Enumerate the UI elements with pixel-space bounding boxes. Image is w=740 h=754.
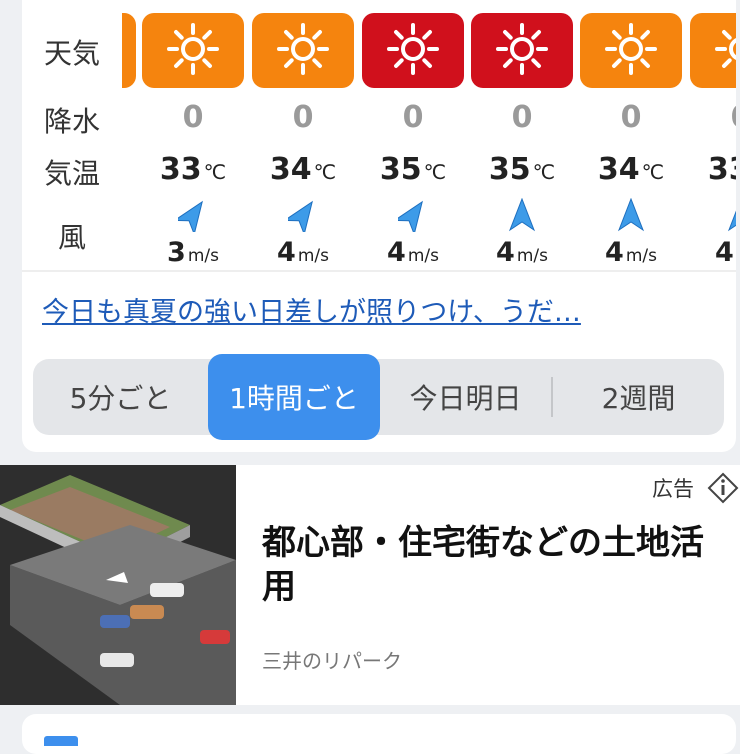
wind-direction-arrow-icon bbox=[507, 198, 537, 232]
divider bbox=[22, 270, 736, 272]
rain-value: 0 bbox=[471, 100, 573, 135]
ad-sponsor: 三井のリパーク bbox=[262, 645, 402, 674]
label-wind: 風 bbox=[22, 216, 122, 256]
wind-value: 4m/s bbox=[690, 237, 736, 268]
wind-direction-arrow-icon bbox=[178, 198, 208, 232]
forecast-column: 0 34℃ 4m/s bbox=[252, 0, 354, 270]
weather-box bbox=[252, 13, 354, 88]
rain-value: 0 bbox=[580, 100, 682, 135]
wind-number: 3 bbox=[167, 237, 186, 268]
forecast-column: 0 35℃ 4m/s bbox=[471, 0, 573, 270]
temp-number: 34 bbox=[598, 152, 640, 187]
temp-unit: ℃ bbox=[314, 160, 336, 184]
wind-direction-arrow-icon bbox=[726, 198, 736, 232]
forecast-column: 0 35℃ 4m/s bbox=[362, 0, 464, 270]
wind-direction-arrow-icon bbox=[288, 198, 318, 232]
rain-value: 0 bbox=[690, 100, 736, 135]
interval-tabs: 5分ごと 1時間ごと 今日明日 2週間 bbox=[33, 359, 724, 435]
wind-value: 4m/s bbox=[471, 237, 573, 268]
wind-unit: m/s bbox=[517, 246, 548, 266]
temp-value: 35℃ bbox=[362, 152, 464, 187]
sun-icon bbox=[275, 21, 331, 81]
sun-icon bbox=[713, 21, 736, 81]
wind-number: 4 bbox=[605, 237, 624, 268]
temp-value: 33℃ bbox=[690, 152, 736, 187]
wind-number: 4 bbox=[277, 237, 296, 268]
sun-icon bbox=[494, 21, 550, 81]
weather-box bbox=[142, 13, 244, 88]
rain-value: 0 bbox=[142, 100, 244, 135]
temp-number: 35 bbox=[380, 152, 422, 187]
label-weather: 天気 bbox=[22, 32, 122, 72]
row-labels: 天気 降水 気温 風 bbox=[22, 0, 122, 270]
ad-title[interactable]: 都心部・住宅街などの土地活用 bbox=[262, 521, 722, 609]
temp-value: 35℃ bbox=[471, 152, 573, 187]
rain-value: 0 bbox=[252, 100, 354, 135]
sun-icon bbox=[165, 21, 221, 81]
label-temp: 気温 bbox=[22, 152, 122, 192]
forecast-column: 0 33℃ 4m/s bbox=[690, 0, 736, 270]
wind-value: 4m/s bbox=[580, 237, 682, 268]
temp-number: 33 bbox=[160, 152, 202, 187]
weather-box bbox=[362, 13, 464, 88]
wind-unit: m/s bbox=[298, 246, 329, 266]
temp-value: 33℃ bbox=[142, 152, 244, 187]
temp-number: 34 bbox=[270, 152, 312, 187]
forecast-column: 0 33℃ 3m/s bbox=[142, 0, 244, 270]
wind-value: 4m/s bbox=[252, 237, 354, 268]
forecast-column: 0 34℃ 4m/s bbox=[580, 0, 682, 270]
news-headline-link[interactable]: 今日も真夏の強い日差しが照りつけ、うだ… bbox=[42, 290, 581, 329]
temp-value: 34℃ bbox=[252, 152, 354, 187]
ad-info-icon[interactable] bbox=[706, 471, 740, 505]
ad-label: 広告 bbox=[652, 473, 694, 503]
tab-5min[interactable]: 5分ごと bbox=[33, 359, 208, 435]
temp-value: 34℃ bbox=[580, 152, 682, 187]
next-card bbox=[22, 714, 736, 754]
ad-image-parking bbox=[0, 465, 236, 705]
wind-direction-arrow-icon bbox=[616, 198, 646, 232]
next-card-icon bbox=[44, 736, 78, 746]
temp-unit: ℃ bbox=[642, 160, 664, 184]
forecast-columns: 033℃3m/s034℃4m/s035℃4m/s035℃4m/s034℃4m/s… bbox=[22, 0, 736, 270]
wind-unit: m/s bbox=[188, 246, 219, 266]
forecast-card: 033℃3m/s034℃4m/s035℃4m/s035℃4m/s034℃4m/s… bbox=[22, 0, 736, 452]
wind-direction-arrow-icon bbox=[398, 198, 428, 232]
wind-number: 4 bbox=[496, 237, 515, 268]
rain-value: 0 bbox=[362, 100, 464, 135]
wind-value: 4m/s bbox=[362, 237, 464, 268]
wind-value: 3m/s bbox=[142, 237, 244, 268]
tab-hourly[interactable]: 1時間ごと bbox=[208, 354, 380, 440]
weather-box bbox=[471, 13, 573, 88]
temp-unit: ℃ bbox=[424, 160, 446, 184]
wind-number: 4 bbox=[715, 237, 734, 268]
sun-icon bbox=[385, 21, 441, 81]
tab-2weeks[interactable]: 2週間 bbox=[553, 359, 724, 435]
weather-box bbox=[580, 13, 682, 88]
wind-unit: m/s bbox=[626, 246, 657, 266]
label-rain: 降水 bbox=[22, 100, 122, 140]
tab-today-tomorrow[interactable]: 今日明日 bbox=[380, 359, 551, 435]
temp-unit: ℃ bbox=[533, 160, 555, 184]
temp-number: 33 bbox=[708, 152, 736, 187]
wind-number: 4 bbox=[387, 237, 406, 268]
weather-box bbox=[690, 13, 736, 88]
sun-icon bbox=[603, 21, 659, 81]
wind-unit: m/s bbox=[408, 246, 439, 266]
temp-number: 35 bbox=[489, 152, 531, 187]
ad-banner[interactable]: 広告 都心部・住宅街などの土地活用 三井のリパーク bbox=[0, 465, 740, 705]
temp-unit: ℃ bbox=[204, 160, 226, 184]
